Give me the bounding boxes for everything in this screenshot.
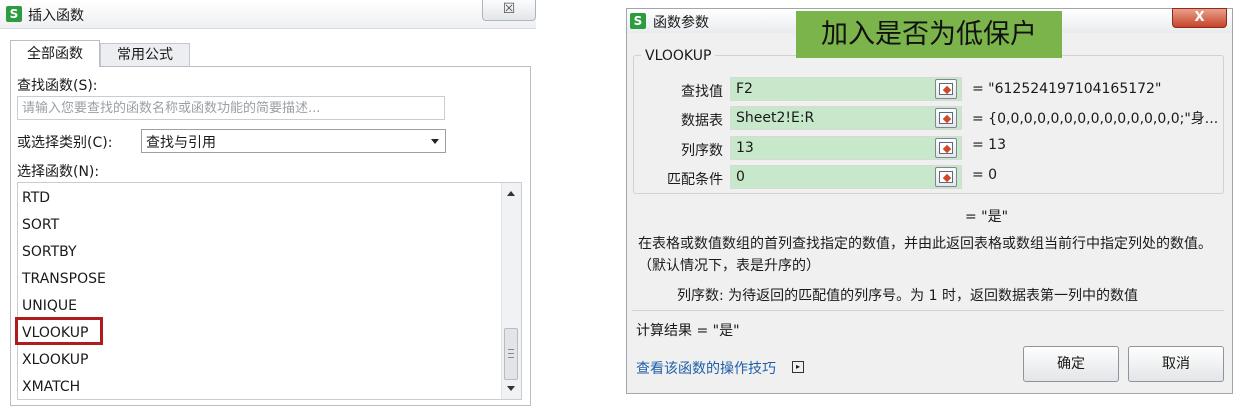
list-scrollbar[interactable]: [501, 183, 521, 399]
grip-icon: [508, 349, 514, 350]
scroll-down-icon[interactable]: [507, 386, 515, 391]
arg-input-lookup-value[interactable]: F2: [730, 77, 962, 101]
range-select-button[interactable]: [935, 79, 957, 99]
args-dialog-title: 函数参数: [653, 15, 709, 31]
function-description: 在表格或数值数组的首列查找指定的数值，并由此返回表格或数组当前行中指定列处的数值…: [638, 236, 1212, 274]
parameter-description: 列序数: 为待返回的匹配值的列序号。为 1 时，返回数据表第一列中的数值: [677, 288, 1138, 304]
arg-result-table-array: = {0,0,0,0,0,0,0,0,0,0,0,0,0,0;"身...: [972, 111, 1219, 127]
grip-icon: [508, 357, 514, 358]
divider: [632, 310, 1224, 311]
arg-result-range-lookup: = 0: [972, 167, 998, 183]
scroll-up-icon[interactable]: [507, 191, 515, 196]
search-input[interactable]: [17, 96, 445, 120]
category-label: 或选择类别(C):: [17, 135, 113, 151]
close-icon: X: [1194, 10, 1205, 25]
arg-label-table-array: 数据表: [681, 113, 723, 129]
help-link[interactable]: 查看该函数的操作技巧: [636, 358, 776, 378]
insert-dialog-title: 插入函数: [28, 8, 84, 24]
tab-all-functions[interactable]: 全部函数: [10, 40, 100, 67]
chevron-down-icon: [431, 139, 439, 144]
scrollbar-thumb[interactable]: [504, 328, 518, 380]
list-item[interactable]: UNIQUE: [22, 295, 77, 317]
tab-common-formulas[interactable]: 常用公式: [100, 43, 190, 66]
arg-label-lookup-value: 查找值: [681, 84, 723, 100]
formula-result: = "是": [965, 209, 1009, 225]
calculation-result: 计算结果 = "是": [636, 323, 740, 339]
cancel-button[interactable]: 取消: [1128, 346, 1224, 382]
range-select-button[interactable]: [935, 108, 957, 128]
arg-result-lookup-value: = "612524197104165172": [972, 81, 1162, 97]
category-value: 查找与引用: [146, 135, 216, 151]
range-select-button[interactable]: [935, 138, 957, 158]
list-item[interactable]: SORTBY: [22, 241, 77, 263]
insert-function-dialog: S 插入函数 ☒ 全部函数 常用公式 查找函数(S): 或选择类别(C): 查找…: [0, 0, 536, 407]
close-button[interactable]: X: [1172, 8, 1227, 28]
arg-input-range-lookup[interactable]: 0: [730, 165, 962, 189]
app-logo-icon: S: [630, 13, 646, 29]
group-title: VLOOKUP: [641, 48, 716, 64]
grip-icon: [508, 353, 514, 354]
arg-label-range-lookup: 匹配条件: [667, 172, 723, 188]
list-item[interactable]: SORT: [22, 214, 59, 236]
search-label: 查找函数(S):: [17, 78, 98, 94]
arg-input-col-index[interactable]: 13: [730, 136, 962, 160]
range-select-button[interactable]: [935, 167, 957, 187]
list-item[interactable]: TRANSPOSE: [22, 268, 106, 290]
function-list-label: 选择函数(N):: [17, 164, 100, 180]
ok-button[interactable]: 确定: [1023, 346, 1119, 382]
insert-dialog-titlebar: S 插入函数 ☒: [0, 0, 536, 29]
function-list[interactable]: RTD SORT SORTBY TRANSPOSE UNIQUE VLOOKUP…: [17, 182, 522, 400]
video-help-icon[interactable]: ▸: [792, 361, 804, 373]
close-button[interactable]: ☒: [482, 0, 536, 21]
selection-highlight-box: [15, 317, 103, 345]
category-select[interactable]: 查找与引用: [141, 129, 446, 153]
close-icon: ☒: [502, 1, 516, 17]
annotation-banner: 加入是否为低保户: [796, 11, 1062, 58]
arg-label-col-index: 列序数: [681, 143, 723, 159]
list-item[interactable]: XMATCH: [22, 376, 80, 398]
arg-result-col-index: = 13: [972, 137, 1006, 153]
list-item[interactable]: XLOOKUP: [22, 349, 88, 371]
arg-input-table-array[interactable]: Sheet2!E:R: [730, 106, 962, 130]
app-logo-icon: S: [6, 6, 22, 22]
list-item[interactable]: RTD: [22, 187, 50, 209]
